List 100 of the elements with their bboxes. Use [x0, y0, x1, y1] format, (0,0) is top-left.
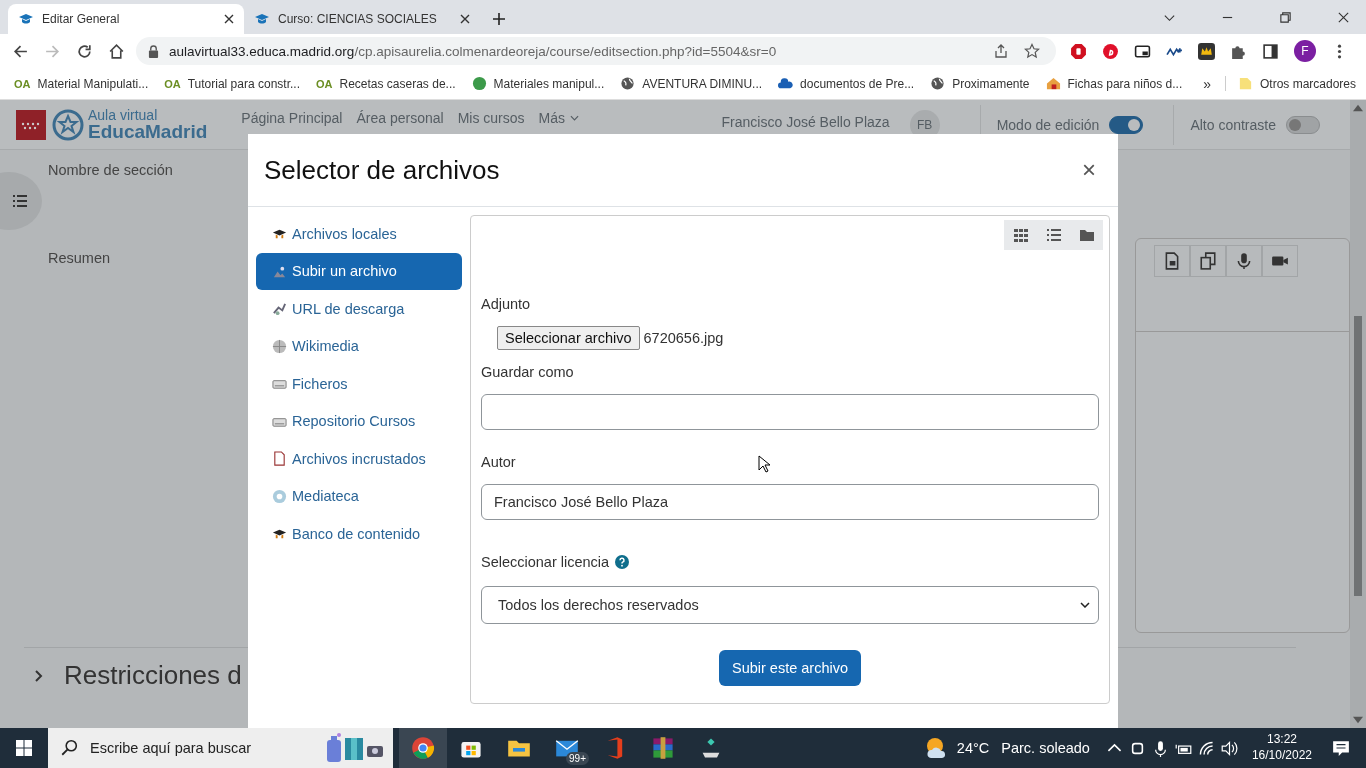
bookmark[interactable]: Proximamente: [930, 76, 1030, 91]
bookmark[interactable]: documentos de Pre...: [778, 76, 915, 91]
section-heading[interactable]: Restricciones d: [64, 660, 242, 691]
bookmark[interactable]: OA Material Manipulati...: [14, 76, 149, 91]
bookmark-label: Proximamente: [952, 76, 1030, 91]
clock-time[interactable]: 13:22: [1266, 732, 1297, 748]
search-icon: [60, 739, 78, 757]
license-dropdown[interactable]: Todos los derechos reservados: [481, 586, 1099, 624]
globe-icon: [930, 76, 946, 91]
caret-icon[interactable]: [570, 114, 579, 121]
media-file-icon[interactable]: [1154, 245, 1190, 277]
close-icon[interactable]: [1337, 10, 1350, 24]
repository-link[interactable]: Banco de contenido: [256, 515, 462, 553]
upload-button[interactable]: Subir este archivo: [718, 650, 862, 686]
repository-link[interactable]: Mediateca: [256, 477, 462, 515]
document-icon: [272, 451, 287, 467]
dialog-title: Selector de archivos: [264, 154, 501, 186]
field-label: Autor: [481, 454, 516, 470]
wifi-icon[interactable]: [1197, 739, 1215, 757]
bookmark[interactable]: Fichas para niños d...: [1045, 76, 1183, 91]
bookmark[interactable]: OA Tutorial para constr...: [164, 76, 300, 91]
browser-tab[interactable]: Editar General: [8, 4, 244, 34]
house-icon: [1045, 76, 1061, 91]
logo-subtitle: Aula virtual: [88, 108, 159, 122]
folder-view-button[interactable]: [1070, 220, 1103, 250]
field-label: Resumen: [48, 250, 111, 266]
toggle-label: Alto contraste: [1190, 116, 1276, 133]
chevron-right-icon[interactable]: [34, 668, 44, 683]
save-as-field[interactable]: [481, 394, 1099, 430]
clock-date[interactable]: 16/10/2022: [1251, 748, 1312, 764]
reload-icon[interactable]: [76, 42, 93, 60]
user-name[interactable]: Francisco José Bello Plaza: [721, 113, 890, 130]
help-icon[interactable]: [615, 555, 630, 569]
repository-link[interactable]: Ficheros: [256, 365, 462, 403]
crown-icon[interactable]: [1198, 42, 1215, 60]
close-icon[interactable]: [460, 14, 470, 24]
bookmark-label: Tutorial para constr...: [187, 76, 300, 91]
nav-link[interactable]: Página Principal: [241, 109, 343, 126]
nav-link[interactable]: Área personal: [356, 109, 444, 126]
caret-icon: [1080, 602, 1090, 608]
close-button[interactable]: ×: [1076, 158, 1102, 182]
folder-icon: [1078, 227, 1095, 243]
author-field[interactable]: Francisco José Bello Plaza: [481, 484, 1099, 520]
field-label: Guardar como: [481, 364, 574, 380]
plus-icon[interactable]: [492, 12, 506, 26]
bookmark-folder[interactable]: Otros marcadores: [1224, 76, 1356, 91]
scrollbar[interactable]: [1350, 100, 1366, 728]
speaker-icon[interactable]: [1220, 739, 1238, 757]
share-icon[interactable]: [993, 43, 1009, 59]
repository-link[interactable]: Archivos incrustados: [256, 440, 462, 478]
home-icon[interactable]: [108, 42, 125, 60]
repository-link[interactable]: URL de descarga: [256, 290, 462, 328]
bookmark-label: AVENTURA DIMINU...: [642, 76, 763, 91]
url-text: aulavirtual33.educa.madrid.org/cp.apisaurelia.colmenardeoreja/course/editsection.php?id=5504&sr=0: [169, 43, 778, 59]
repository-link[interactable]: Wikimedia: [256, 327, 462, 365]
bookmark-label: Recetas caseras de...: [339, 76, 456, 91]
microphone-icon[interactable]: [1226, 245, 1262, 277]
video-camera-icon[interactable]: [1262, 245, 1298, 277]
picture-in-picture-icon[interactable]: [1134, 42, 1151, 60]
notifications-icon[interactable]: [1332, 739, 1350, 757]
star-icon[interactable]: [1024, 43, 1040, 59]
restore-icon[interactable]: [1279, 10, 1292, 24]
tab-title: Editar General: [42, 12, 121, 26]
bookmark-label: Fichas para niños d...: [1067, 76, 1183, 91]
file-name: 6720656.jpg: [643, 330, 724, 346]
bookmark-label: Material Manipulati...: [37, 76, 149, 91]
bookmark[interactable]: OA Recetas caseras de...: [316, 76, 456, 91]
scroll-thumb[interactable]: [1354, 316, 1362, 596]
copy-icon[interactable]: [1190, 245, 1226, 277]
pin-icon[interactable]: [1102, 42, 1119, 60]
toggle-switch[interactable]: [1286, 115, 1320, 134]
bookmark[interactable]: Materiales manipul...: [471, 76, 605, 91]
bookmark[interactable]: AVENTURA DIMINU...: [620, 76, 763, 91]
side-panel-icon[interactable]: [1262, 42, 1279, 60]
repository-link[interactable]: Archivos locales: [256, 215, 462, 253]
temperature[interactable]: 24°C: [956, 740, 990, 756]
scroll-up-icon[interactable]: [1353, 103, 1363, 113]
profile-avatar[interactable]: F: [1294, 40, 1316, 62]
toggle-switch[interactable]: [1109, 115, 1144, 134]
globe-icon: [272, 338, 287, 354]
more-bookmarks[interactable]: »: [1203, 75, 1211, 92]
address-bar[interactable]: aulavirtual33.educa.madrid.org/cp.apisaurelia.colmenardeoreja/course/editsection.php?id=5504&sr=0: [136, 37, 1056, 65]
taskbar-app-button[interactable]: [399, 728, 447, 768]
choose-file-button[interactable]: Seleccionar archivo: [497, 326, 640, 350]
scroll-down-icon[interactable]: [1353, 715, 1363, 725]
nav-link[interactable]: Más: [538, 109, 565, 126]
weather-text[interactable]: Parc. soleado: [1001, 740, 1090, 756]
cloud-icon: [778, 76, 794, 91]
taskbar-search-field[interactable]: Escribe aquí para buscar: [48, 728, 393, 768]
browser-tab[interactable]: Curso: CIENCIAS SOCIALES: [244, 4, 480, 34]
close-icon[interactable]: [224, 14, 234, 24]
circle-icon: [471, 76, 487, 91]
repository-link[interactable]: Subir un archivo: [256, 252, 462, 290]
logo-text: OA: [316, 77, 333, 90]
nav-link[interactable]: Mis cursos: [457, 109, 525, 126]
repository-link[interactable]: Repositorio Cursos: [256, 402, 462, 440]
windows-start-icon[interactable]: [16, 740, 32, 756]
taskbar-app-button[interactable]: 99+: [543, 728, 591, 768]
stop-hand-icon[interactable]: [1070, 42, 1087, 60]
grid-view-button[interactable]: [1004, 220, 1037, 250]
